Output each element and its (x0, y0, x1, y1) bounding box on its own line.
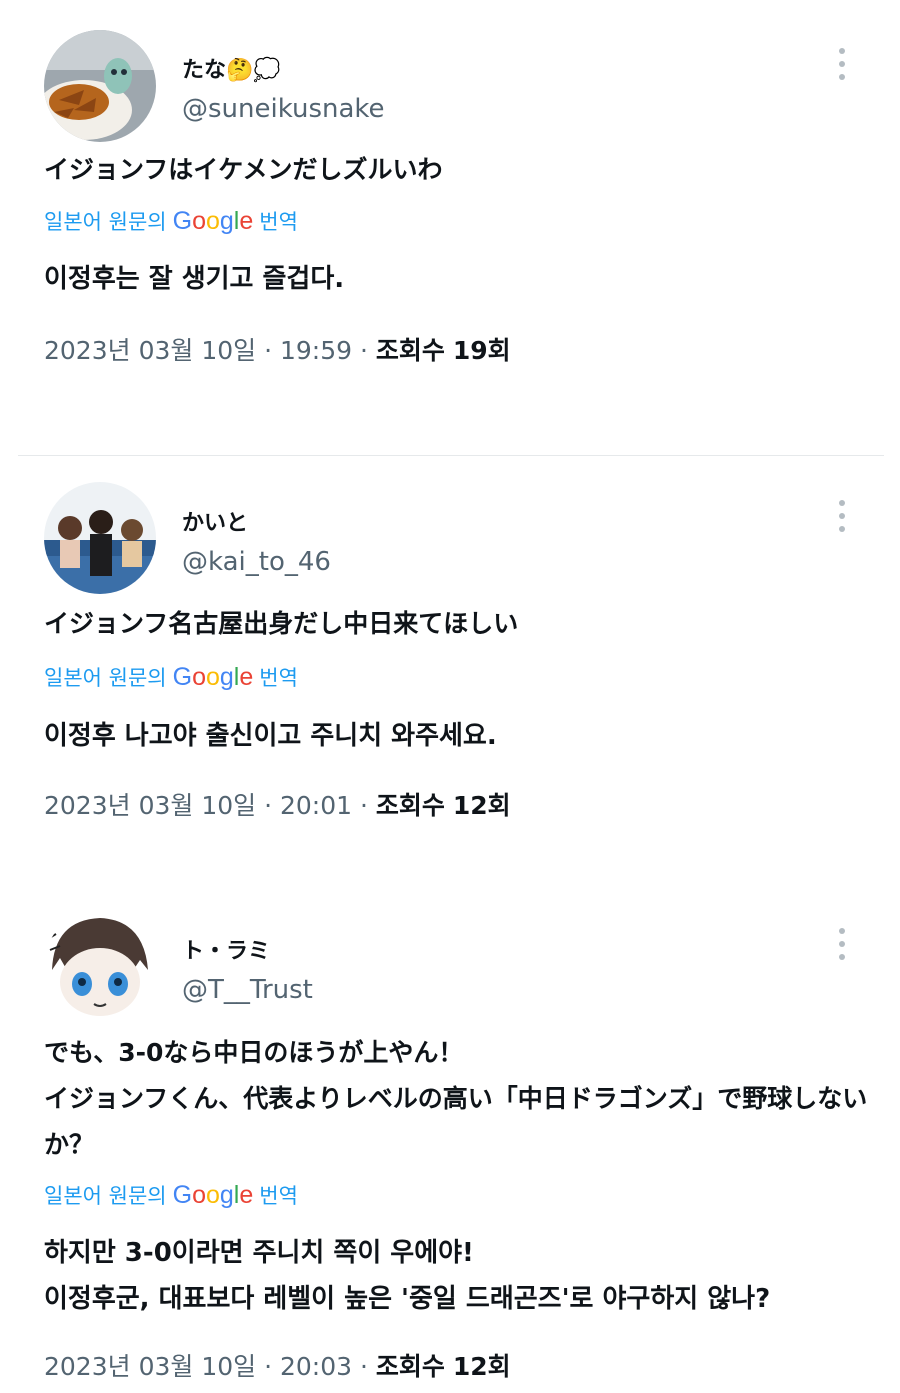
translate-prefix: 일본어 원문의 (44, 1184, 167, 1208)
tweet-meta: 2023년 03월 10일 · 20:01 · 조회수 12회 (44, 791, 511, 820)
translate-suffix: 번역 (259, 210, 298, 234)
views-count: 12회 (452, 791, 511, 820)
tweet-meta: 2023년 03월 10일 · 20:03 · 조회수 12회 (44, 1352, 511, 1381)
tweet-text-line: でも、3-0なら中日のほうが上やん！ (44, 1038, 464, 1067)
avatar[interactable] (44, 910, 156, 1022)
tweet-time[interactable]: 20:01 (280, 791, 352, 820)
translate-prefix: 일본어 원문의 (44, 666, 167, 690)
translate-prefix: 일본어 원문의 (44, 210, 167, 234)
translated-text-line: 이정후는 잘 생기고 즐겁다. (44, 264, 345, 294)
translated-text-line: 이정후 나고야 출신이고 주니치 와주세요. (44, 721, 497, 751)
views-label: 조회수 (375, 791, 445, 820)
tweet-date[interactable]: 2023년 03월 10일 (44, 791, 256, 820)
display-name[interactable]: かいと (182, 505, 248, 537)
translate-link[interactable]: 일본어 원문의 Google 번역 (44, 662, 298, 692)
avatar[interactable] (44, 30, 156, 142)
tweet-text-line: イジョンフ名古屋出身だし中日来てほしい (44, 609, 519, 638)
views-count: 19회 (452, 336, 511, 365)
user-handle[interactable]: @T__Trust (182, 975, 313, 1005)
user-handle[interactable]: @kai_to_46 (182, 547, 331, 577)
views-label: 조회수 (375, 336, 445, 365)
tweet-date[interactable]: 2023년 03월 10일 (44, 1352, 256, 1381)
translated-text: 이정후 나고야 출신이고 주니치 와주세요. (44, 713, 874, 759)
google-logo: Google (172, 206, 254, 235)
google-logo: Google (172, 662, 254, 691)
google-logo: Google (172, 1180, 254, 1209)
tweet-text-line: イジョンフはイケメンだしズルいわ (44, 155, 443, 184)
tweet-text-line: イジョンフくん、代表よりレベルの高い「中日ドラゴンズ」で野球しない (44, 1084, 868, 1113)
translated-text: 하지만 3-0이라면 주니치 쪽이 우에야! 이정후군, 대표보다 레벨이 높은… (44, 1230, 874, 1322)
more-options-icon[interactable] (830, 500, 854, 532)
translate-suffix: 번역 (259, 666, 298, 690)
display-name[interactable]: たな🤔💭 (182, 52, 281, 84)
views-count: 12회 (452, 1352, 511, 1381)
tweet-date[interactable]: 2023년 03월 10일 (44, 336, 256, 365)
tweet-divider (18, 455, 884, 456)
tweet-meta: 2023년 03월 10일 · 19:59 · 조회수 19회 (44, 336, 511, 365)
avatar[interactable] (44, 482, 156, 594)
tweet-text-line: か？ (44, 1130, 95, 1159)
translated-text: 이정후는 잘 생기고 즐겁다. (44, 256, 874, 302)
tweet-time[interactable]: 20:03 (280, 1352, 352, 1381)
translate-suffix: 번역 (259, 1184, 298, 1208)
more-options-icon[interactable] (830, 928, 854, 960)
views-label: 조회수 (375, 1352, 445, 1381)
tweet-text: イジョンフはイケメンだしズルいわ (44, 147, 864, 193)
translate-link[interactable]: 일본어 원문의 Google 번역 (44, 206, 298, 236)
translated-text-line: 하지만 3-0이라면 주니치 쪽이 우에야! (44, 1238, 474, 1268)
user-handle[interactable]: @suneikusnake (182, 94, 385, 124)
tweet-time[interactable]: 19:59 (280, 336, 352, 365)
display-name[interactable]: ト・ラミ (182, 933, 270, 965)
tweet-text: でも、3-0なら中日のほうが上やん！ イジョンフくん、代表よりレベルの高い「中日… (44, 1030, 868, 1168)
translated-text-line: 이정후군, 대표보다 레벨이 높은 '중일 드래곤즈'로 야구하지 않나? (44, 1284, 771, 1314)
translate-link[interactable]: 일본어 원문의 Google 번역 (44, 1180, 298, 1210)
tweet-text: イジョンフ名古屋出身だし中日来てほしい (44, 601, 864, 647)
more-options-icon[interactable] (830, 48, 854, 80)
